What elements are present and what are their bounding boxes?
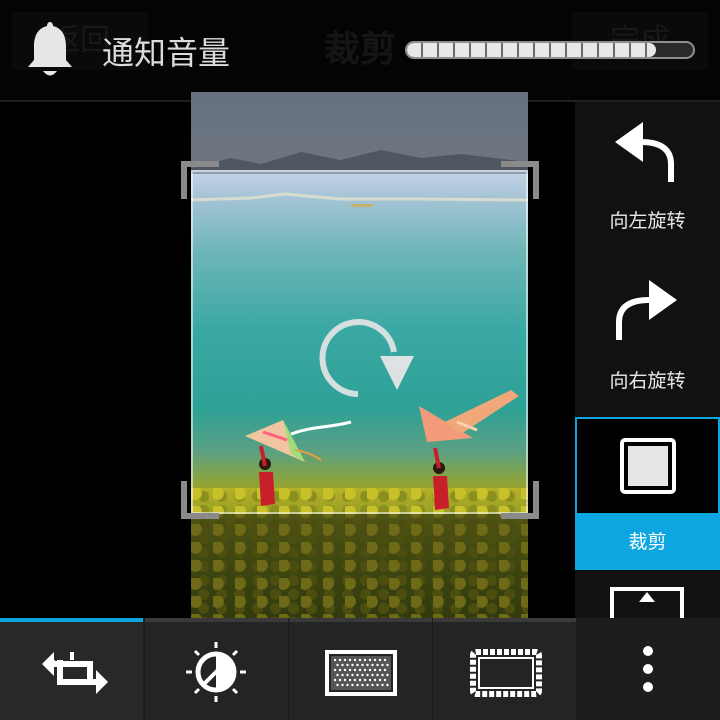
brightness-tab[interactable] bbox=[145, 618, 288, 720]
transform-arrows-icon bbox=[42, 652, 108, 694]
straighten-button[interactable] bbox=[575, 586, 720, 620]
crop-button[interactable]: 裁剪 bbox=[575, 417, 720, 570]
film-frame-icon bbox=[470, 649, 542, 697]
overflow-menu-button[interactable] bbox=[577, 618, 720, 720]
crop-square-icon bbox=[620, 438, 676, 494]
crop-handle-top-left[interactable] bbox=[181, 161, 219, 199]
crop-handle-bottom-right[interactable] bbox=[501, 481, 539, 519]
rotate-left-button[interactable]: 向左旋转 bbox=[575, 110, 720, 264]
rotate-right-button[interactable]: 向右旋转 bbox=[575, 270, 720, 424]
crop-handle-bottom-left[interactable] bbox=[181, 481, 219, 519]
edit-options-panel: 向左旋转 向右旋转 裁剪 bbox=[575, 102, 720, 620]
brightness-contrast-icon bbox=[186, 642, 246, 702]
bell-icon bbox=[28, 22, 72, 76]
straighten-icon bbox=[610, 587, 684, 620]
crop-label: 裁剪 bbox=[628, 531, 667, 553]
overflow-menu-icon bbox=[643, 646, 653, 692]
rotate-right-label: 向右旋转 bbox=[609, 370, 686, 392]
volume-slider[interactable] bbox=[405, 41, 695, 59]
volume-label: 通知音量 bbox=[102, 34, 231, 72]
rotate-clockwise-icon[interactable] bbox=[318, 318, 418, 398]
effects-tab[interactable] bbox=[289, 618, 432, 720]
volume-overlay: 通知音量 bbox=[0, 0, 720, 100]
rotate-right-arrow-icon bbox=[616, 280, 677, 340]
geometry-tab[interactable] bbox=[0, 618, 143, 720]
frames-tab[interactable] bbox=[433, 618, 576, 720]
rotate-left-arrow-icon bbox=[615, 122, 674, 182]
crop-handle-top-right[interactable] bbox=[501, 161, 539, 199]
volume-slider-fill bbox=[407, 43, 656, 57]
crop-mask-bottom bbox=[191, 514, 528, 620]
crop-mask-top bbox=[191, 92, 528, 170]
texture-filter-icon bbox=[325, 650, 397, 696]
rotate-left-label: 向左旋转 bbox=[609, 210, 686, 232]
bottom-toolbar bbox=[0, 618, 720, 720]
